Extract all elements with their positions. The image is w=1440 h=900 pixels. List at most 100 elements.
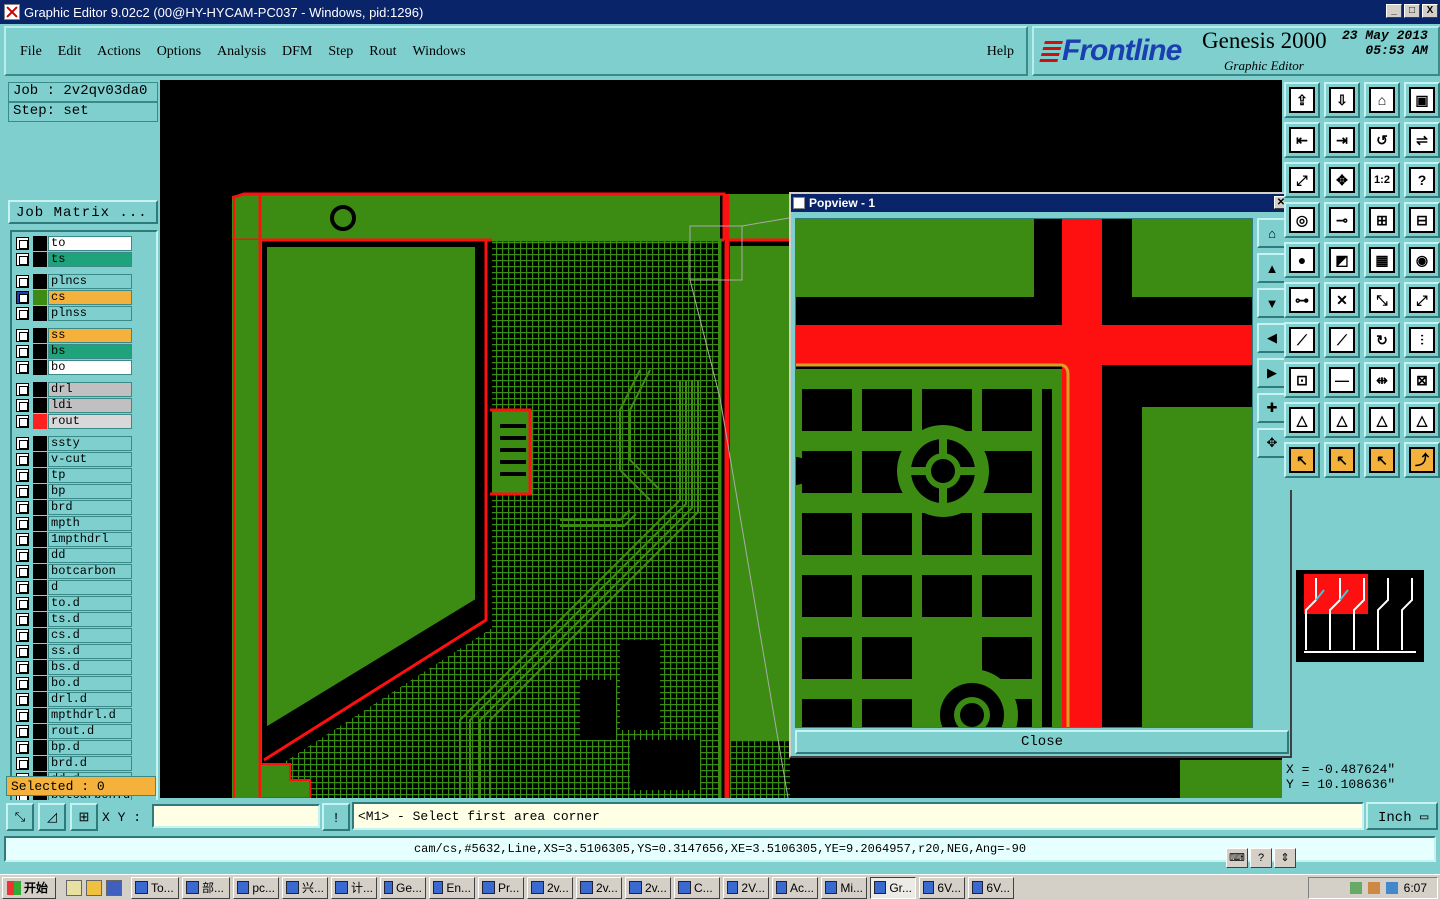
menu-options[interactable]: Options bbox=[157, 44, 201, 60]
taskbar-item[interactable]: C... bbox=[674, 876, 720, 899]
layer-checkbox[interactable] bbox=[16, 581, 29, 594]
layer-name[interactable]: dd bbox=[48, 548, 132, 563]
layer-color-swatch[interactable] bbox=[33, 414, 47, 429]
layer-name[interactable]: 1mpthdrl bbox=[48, 532, 132, 547]
layer-row-dd[interactable]: dd bbox=[16, 548, 136, 563]
layer-name[interactable]: brd bbox=[48, 500, 132, 515]
next-tool-icon[interactable]: ⇥ bbox=[1324, 122, 1360, 158]
pan-tool-icon[interactable]: ✥ bbox=[1324, 162, 1360, 198]
layer-color-swatch[interactable] bbox=[33, 740, 47, 755]
popview-close-button[interactable]: Close bbox=[795, 730, 1289, 754]
layer-checkbox[interactable] bbox=[16, 645, 29, 658]
layer-name[interactable]: to bbox=[48, 236, 132, 251]
layer-row-botcarbon[interactable]: botcarbon bbox=[16, 564, 136, 579]
layer-checkbox[interactable] bbox=[16, 415, 29, 428]
layer-color-swatch[interactable] bbox=[33, 564, 47, 579]
taskbar-item[interactable]: To... bbox=[131, 876, 179, 899]
layer-color-swatch[interactable] bbox=[33, 500, 47, 515]
layer-row-ldi[interactable]: ldi bbox=[16, 398, 136, 413]
taskbar-item[interactable]: 计... bbox=[331, 876, 377, 899]
line2-tool-icon[interactable]: ⟋ bbox=[1324, 322, 1360, 358]
layer-checkbox[interactable] bbox=[16, 549, 29, 562]
route-tool-icon[interactable]: ⤴ bbox=[1404, 442, 1440, 478]
layer-row-drl[interactable]: drl bbox=[16, 382, 136, 397]
xy-input[interactable] bbox=[152, 804, 320, 828]
layer-color-swatch[interactable] bbox=[33, 398, 47, 413]
browser-icon[interactable] bbox=[106, 879, 122, 896]
layer-row-bo[interactable]: bo bbox=[16, 360, 136, 375]
arc-tool-icon[interactable]: △ bbox=[1284, 402, 1320, 438]
layer-name[interactable]: ts bbox=[48, 252, 132, 267]
layer-name[interactable]: tp bbox=[48, 468, 132, 483]
layer-color-swatch[interactable] bbox=[33, 724, 47, 739]
popview-pan-down-icon[interactable]: ▼ bbox=[1257, 288, 1287, 318]
layer-row-ssty[interactable]: ssty bbox=[16, 436, 136, 451]
close-window-button[interactable]: X bbox=[1422, 4, 1438, 18]
home-tool-icon[interactable]: ⌂ bbox=[1364, 82, 1400, 118]
taskbar-item[interactable]: Ac... bbox=[772, 876, 818, 899]
arc4-tool-icon[interactable]: △ bbox=[1404, 402, 1440, 438]
taskbar-item[interactable]: 2v... bbox=[527, 876, 573, 899]
prev-tool-icon[interactable]: ⇤ bbox=[1284, 122, 1320, 158]
layer-checkbox[interactable] bbox=[16, 613, 29, 626]
layer-row-1mpthdrl[interactable]: 1mpthdrl bbox=[16, 532, 136, 547]
layer-checkbox[interactable] bbox=[16, 629, 29, 642]
layer-color-swatch[interactable] bbox=[33, 628, 47, 643]
popview-zoom-in-icon[interactable]: ✚ bbox=[1257, 393, 1287, 423]
quicklaunch-icon[interactable] bbox=[86, 879, 102, 896]
layer-row-bs.d[interactable]: bs.d bbox=[16, 660, 136, 675]
layer-row-mpth[interactable]: mpth bbox=[16, 516, 136, 531]
dot-tool-icon[interactable]: ● bbox=[1284, 242, 1320, 278]
layer-color-swatch[interactable] bbox=[33, 252, 47, 267]
redo-tool-icon[interactable]: ↻ bbox=[1364, 322, 1400, 358]
layer-name[interactable]: bs bbox=[48, 344, 132, 359]
dash-tool-icon[interactable]: — bbox=[1324, 362, 1360, 398]
layer-color-swatch[interactable] bbox=[33, 548, 47, 563]
layer-checkbox[interactable] bbox=[16, 693, 29, 706]
layer-row-brd[interactable]: brd bbox=[16, 500, 136, 515]
taskbar-item[interactable]: pc... bbox=[233, 876, 279, 899]
taskbar-item[interactable]: 2v... bbox=[625, 876, 671, 899]
taskbar-item[interactable]: 2V... bbox=[723, 876, 769, 899]
layer-row-ss.d[interactable]: ss.d bbox=[16, 644, 136, 659]
layer-row-tp[interactable]: tp bbox=[16, 468, 136, 483]
layer-row-bo.d[interactable]: bo.d bbox=[16, 676, 136, 691]
layer-row-v-cut[interactable]: v-cut bbox=[16, 452, 136, 467]
layer-checkbox[interactable] bbox=[16, 275, 29, 288]
layer-row-rout.d[interactable]: rout.d bbox=[16, 724, 136, 739]
layer-checkbox[interactable] bbox=[16, 565, 29, 578]
layer-row-drl.d[interactable]: drl.d bbox=[16, 692, 136, 707]
unit-selector[interactable]: Inch ▭ bbox=[1366, 802, 1438, 830]
layer-checkbox[interactable] bbox=[16, 329, 29, 342]
menu-step[interactable]: Step bbox=[328, 44, 353, 60]
menu-help[interactable]: Help bbox=[987, 44, 1014, 60]
layer-color-swatch[interactable] bbox=[33, 596, 47, 611]
layer-checkbox[interactable] bbox=[16, 757, 29, 770]
minimize-button[interactable]: _ bbox=[1386, 4, 1402, 18]
scale-tool-icon[interactable]: 1:2 bbox=[1364, 162, 1400, 198]
layer-checkbox[interactable] bbox=[16, 661, 29, 674]
layer-name[interactable]: bs.d bbox=[48, 660, 132, 675]
show-desktop-icon[interactable] bbox=[66, 879, 82, 896]
taskbar-item[interactable]: 6V... bbox=[919, 876, 965, 899]
layer-row-ss[interactable]: ss bbox=[16, 328, 136, 343]
menu-file[interactable]: File bbox=[20, 44, 42, 60]
layer-color-swatch[interactable] bbox=[33, 580, 47, 595]
popview-zoom-out-icon[interactable]: ✥ bbox=[1257, 428, 1287, 458]
snap-tool-icon[interactable]: ⊡ bbox=[1284, 362, 1320, 398]
job-matrix-button[interactable]: Job Matrix ... bbox=[8, 200, 158, 224]
menu-rout[interactable]: Rout bbox=[369, 44, 396, 60]
layer-row-bp[interactable]: bp bbox=[16, 484, 136, 499]
layer-color-swatch[interactable] bbox=[33, 692, 47, 707]
menu-edit[interactable]: Edit bbox=[58, 44, 81, 60]
taskbar-item[interactable]: 兴... bbox=[282, 876, 328, 899]
layer-checkbox[interactable] bbox=[16, 597, 29, 610]
layer-color-swatch[interactable] bbox=[33, 360, 47, 375]
layer-name[interactable]: bp.d bbox=[48, 740, 132, 755]
layer-color-swatch[interactable] bbox=[33, 236, 47, 251]
layer-color-swatch[interactable] bbox=[33, 708, 47, 723]
layer-checkbox[interactable] bbox=[16, 291, 29, 304]
swap-tool-icon[interactable]: ⇌ bbox=[1404, 122, 1440, 158]
stretch-tool-icon[interactable]: ⤢ bbox=[1404, 282, 1440, 318]
layer-name[interactable]: cs.d bbox=[48, 628, 132, 643]
